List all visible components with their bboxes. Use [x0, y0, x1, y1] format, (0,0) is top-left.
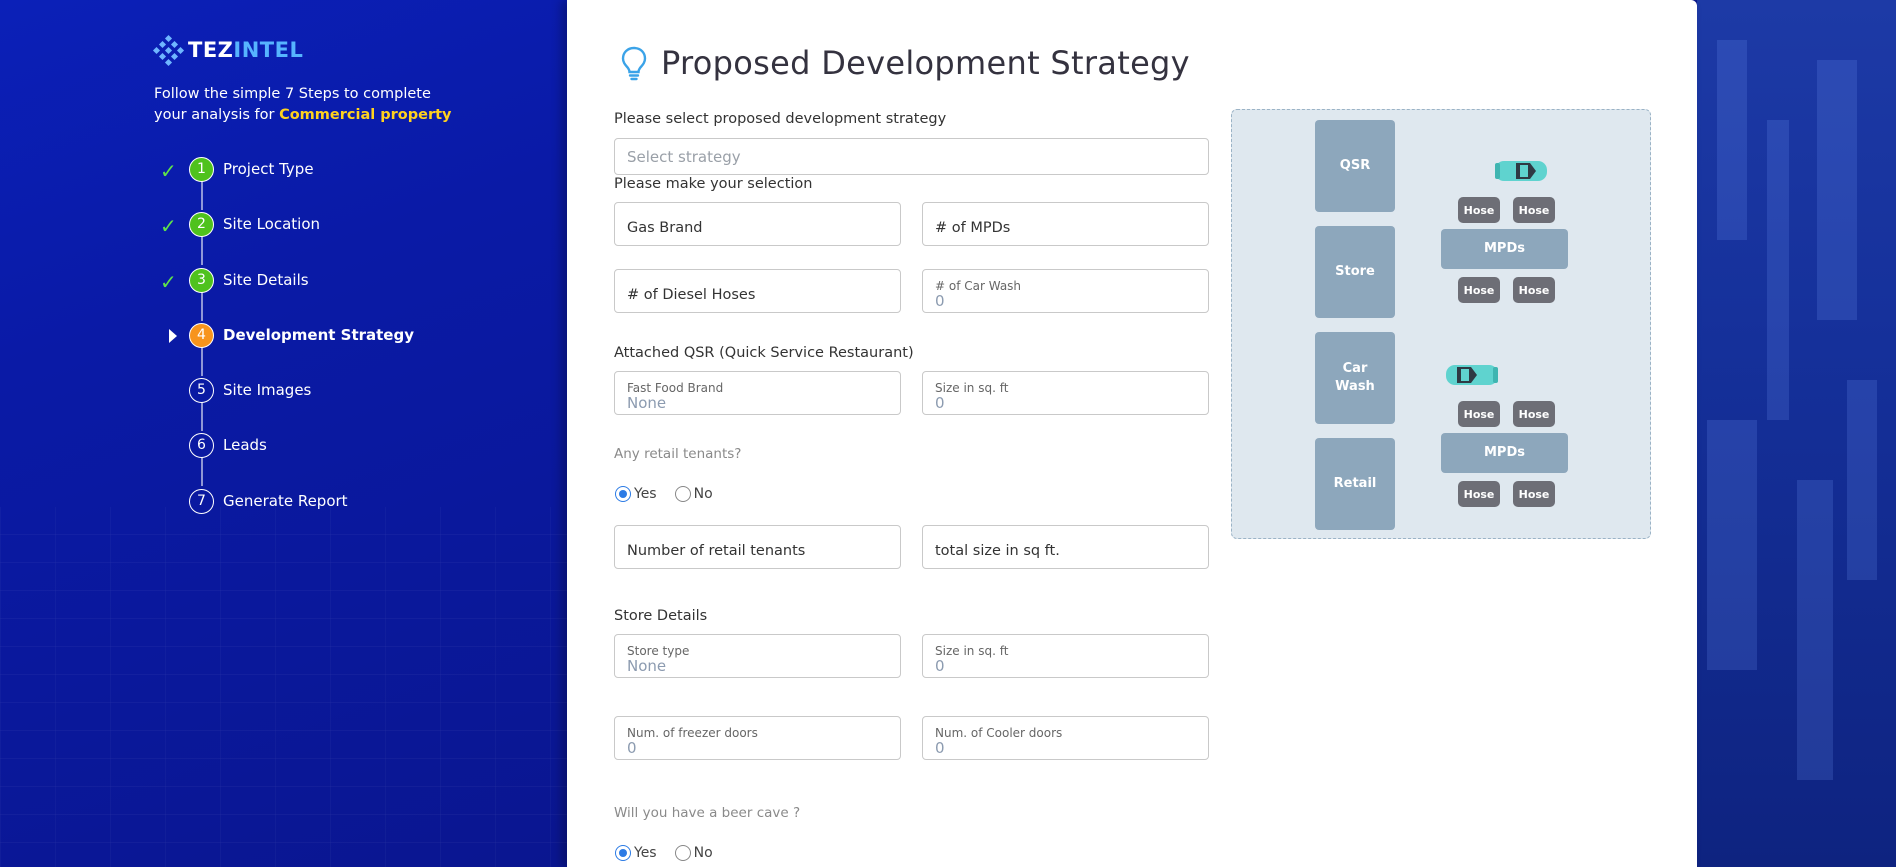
freezer-doors-field[interactable]: Num. of freezer doors 0 — [614, 716, 901, 760]
city-background-image — [1697, 0, 1896, 867]
hose-label: Hose — [1513, 401, 1555, 427]
step-site-location[interactable]: ✓ 2 Site Location — [160, 210, 480, 238]
strategy-select-placeholder: Select strategy — [627, 148, 741, 166]
retail-yes-option[interactable]: Yes — [615, 486, 657, 502]
hose-label: Hose — [1458, 481, 1500, 507]
step-project-type[interactable]: ✓ 1 Project Type — [160, 155, 480, 183]
car-icon — [1446, 365, 1498, 385]
beer-cave-no-option[interactable]: No — [674, 845, 713, 861]
store-details-label: Store Details — [614, 608, 708, 624]
current-step-arrow-icon — [169, 329, 177, 343]
property-type-highlight: Commercial property — [279, 107, 452, 123]
retail-tenants-radio-group: Yes No — [615, 486, 731, 502]
main-panel: Proposed Development Strategy Please sel… — [567, 0, 1697, 867]
brand-name: TEZINTEL — [188, 38, 304, 62]
step-site-images[interactable]: 5 Site Images — [160, 376, 480, 404]
lightbulb-icon — [621, 46, 647, 81]
step-number: 1 — [189, 156, 214, 182]
diesel-hoses-field[interactable]: # of Diesel Hoses — [614, 269, 901, 313]
hose-label: Hose — [1458, 277, 1500, 303]
hose-label: Hose — [1513, 197, 1555, 223]
step-label: Generate Report — [223, 492, 348, 510]
car-wash-block: Car Wash — [1315, 332, 1395, 424]
qsr-size-field[interactable]: Size in sq. ft 0 — [922, 371, 1209, 415]
car-icon — [1495, 161, 1547, 181]
car-wash-count-field[interactable]: # of Car Wash 0 — [922, 269, 1209, 313]
fast-food-brand-field[interactable]: Fast Food Brand None — [614, 371, 901, 415]
step-site-details[interactable]: ✓ 3 Site Details — [160, 266, 480, 294]
hose-label: Hose — [1458, 401, 1500, 427]
gas-brand-field[interactable]: Gas Brand — [614, 202, 901, 246]
retail-block: Retail — [1315, 438, 1395, 530]
mpds-block: MPDs — [1441, 433, 1568, 473]
mpds-block: MPDs — [1441, 229, 1568, 269]
retail-no-option[interactable]: No — [674, 486, 713, 502]
intro-text: Follow the simple 7 Steps to complete yo… — [154, 86, 452, 123]
store-block: Store — [1315, 226, 1395, 318]
step-number: 7 — [189, 488, 214, 514]
beer-cave-radio-group: Yes No — [615, 845, 731, 861]
mpds-count-field[interactable]: # of MPDs — [922, 202, 1209, 246]
page-header: Proposed Development Strategy — [619, 44, 1190, 82]
step-label: Project Type — [223, 160, 314, 178]
step-generate-report[interactable]: 7 Generate Report — [160, 487, 480, 515]
step-number: 3 — [189, 267, 214, 293]
step-number: 2 — [189, 211, 214, 237]
step-label: Development Strategy — [223, 326, 414, 344]
check-icon: ✓ — [160, 159, 177, 183]
strategy-question: Please select proposed development strat… — [614, 111, 947, 127]
qsr-section-label: Attached QSR (Quick Service Restaurant) — [614, 345, 914, 361]
retail-total-size-field[interactable]: total size in sq ft. — [922, 525, 1209, 569]
site-layout-diagram: QSR Store Car Wash Retail Hose Hose MPDs … — [1231, 109, 1651, 539]
beer-cave-question: Will you have a beer cave ? — [614, 805, 801, 821]
step-label: Site Images — [223, 381, 312, 399]
radio-button[interactable] — [674, 486, 691, 502]
radio-button[interactable] — [615, 486, 631, 502]
logo-diamond-icon — [152, 34, 185, 67]
step-number: 4 — [189, 322, 214, 348]
qsr-block: QSR — [1315, 120, 1395, 212]
strategy-select[interactable]: Select strategy — [614, 138, 1209, 175]
retail-tenants-question: Any retail tenants? — [614, 446, 742, 462]
step-leads[interactable]: 6 Leads — [160, 431, 480, 459]
step-label: Site Location — [223, 215, 321, 233]
hose-label: Hose — [1513, 277, 1555, 303]
hose-label: Hose — [1458, 197, 1500, 223]
step-development-strategy[interactable]: 4 Development Strategy — [160, 321, 480, 349]
brand-logo: TEZINTEL — [152, 34, 304, 67]
check-icon: ✓ — [160, 270, 177, 294]
sidebar-background-pattern — [0, 507, 567, 867]
step-number: 5 — [189, 377, 214, 403]
beer-cave-yes-option[interactable]: Yes — [615, 845, 657, 861]
check-icon: ✓ — [160, 214, 177, 238]
radio-button[interactable] — [615, 845, 631, 861]
store-size-field[interactable]: Size in sq. ft 0 — [922, 634, 1209, 678]
hose-label: Hose — [1513, 481, 1555, 507]
step-label: Site Details — [223, 271, 309, 289]
step-number: 6 — [189, 432, 214, 458]
selection-label: Please make your selection — [614, 176, 813, 192]
store-type-field[interactable]: Store type None — [614, 634, 901, 678]
page-title: Proposed Development Strategy — [661, 44, 1190, 82]
step-label: Leads — [223, 436, 267, 454]
cooler-doors-field[interactable]: Num. of Cooler doors 0 — [922, 716, 1209, 760]
retail-tenants-count-field[interactable]: Number of retail tenants — [614, 525, 901, 569]
sidebar: TEZINTEL Follow the simple 7 Steps to co… — [0, 0, 567, 867]
radio-button[interactable] — [674, 845, 691, 861]
